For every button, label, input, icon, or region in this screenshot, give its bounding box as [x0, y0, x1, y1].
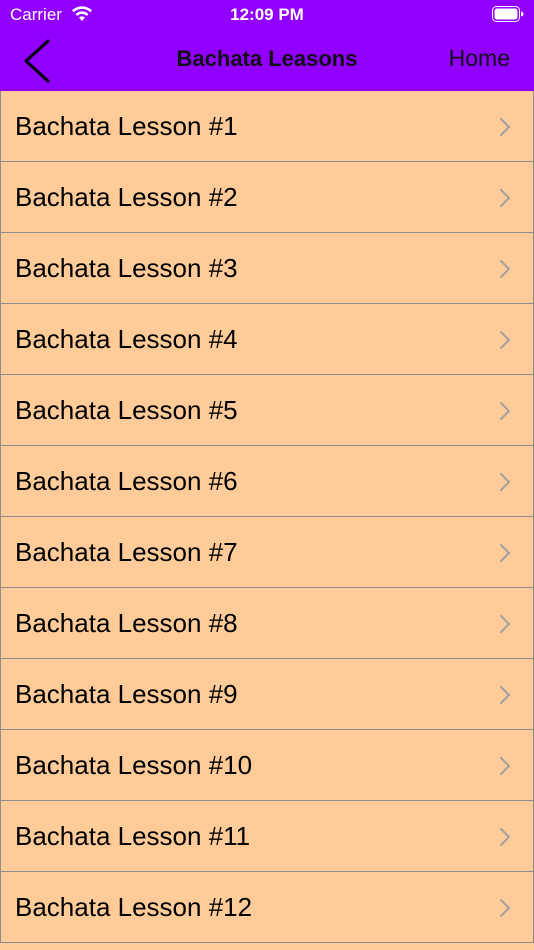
chevron-right-icon [500, 544, 510, 562]
chevron-right-icon [500, 260, 510, 278]
chevron-right-icon [500, 899, 510, 917]
chevron-right-icon [500, 828, 510, 846]
back-button[interactable] [14, 38, 58, 84]
list-item[interactable]: Bachata Lesson #9 [0, 659, 534, 730]
chevron-left-icon [24, 39, 50, 83]
nav-bar: Bachata Leasons Home [0, 30, 534, 91]
list-item-label: Bachata Lesson #9 [15, 679, 238, 709]
chevron-right-icon [500, 331, 510, 349]
list-item-label: Bachata Lesson #4 [15, 324, 238, 354]
list-item-label: Bachata Lesson #11 [15, 821, 251, 851]
list-item-label: Bachata Lesson #7 [15, 537, 238, 567]
chevron-right-icon [500, 686, 510, 704]
list-item-label: Bachata Lesson #12 [15, 892, 253, 922]
list-item-label: Bachata Lesson #5 [15, 395, 238, 425]
list-item[interactable]: Bachata Lesson #4 [0, 304, 534, 375]
chevron-right-icon [500, 757, 510, 775]
list-item-label: Bachata Lesson #10 [15, 750, 253, 780]
list-item[interactable]: Bachata Lesson #7 [0, 517, 534, 588]
list-item-label: Bachata Lesson #3 [15, 253, 238, 283]
status-time: 12:09 PM [230, 5, 304, 24]
list-item-label: Bachata Lesson #8 [15, 608, 238, 638]
list-item[interactable]: Bachata Lesson #12 [0, 872, 534, 943]
list-item[interactable]: Bachata Lesson #5 [0, 375, 534, 446]
chevron-right-icon [500, 118, 510, 136]
lesson-list: Bachata Lesson #1 Bachata Lesson #2 Bachat… [0, 91, 534, 943]
list-item[interactable]: Bachata Lesson #1 [0, 91, 534, 162]
chevron-right-icon [500, 473, 510, 491]
chevron-right-icon [500, 189, 510, 207]
list-item[interactable]: Bachata Lesson #6 [0, 446, 534, 517]
chevron-right-icon [500, 615, 510, 633]
list-item-label: Bachata Lesson #1 [15, 111, 238, 141]
chevron-right-icon [500, 402, 510, 420]
status-bar: Carrier 12:09 PM [0, 0, 534, 30]
list-item[interactable]: Bachata Lesson #2 [0, 162, 534, 233]
header: Carrier 12:09 PM Bachata Leasons Home [0, 0, 534, 91]
list-item[interactable]: Bachata Lesson #3 [0, 233, 534, 304]
list-item[interactable]: Bachata Lesson #11 [0, 801, 534, 872]
list-item[interactable]: Bachata Lesson #10 [0, 730, 534, 801]
list-item[interactable]: Bachata Lesson #8 [0, 588, 534, 659]
home-button[interactable]: Home [449, 45, 510, 72]
list-item-label: Bachata Lesson #2 [15, 182, 238, 212]
list-item-label: Bachata Lesson #6 [15, 466, 238, 496]
battery-icon [492, 6, 524, 22]
